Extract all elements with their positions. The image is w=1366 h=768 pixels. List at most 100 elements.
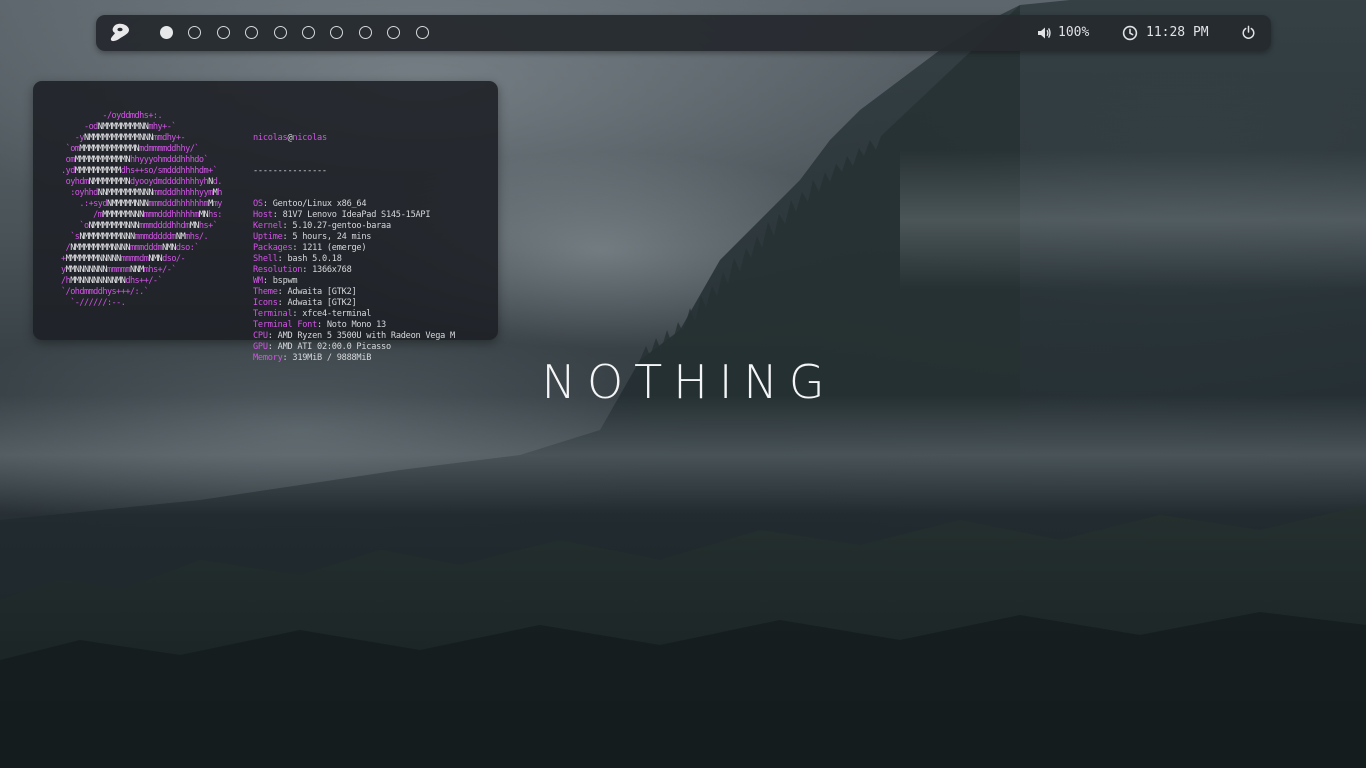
workspace-indicator[interactable] xyxy=(216,26,230,39)
ascii-line: omMMMMMMMMMMMNhhyyyohmdddhhhdo` xyxy=(61,155,209,165)
workspace-indicator[interactable] xyxy=(245,26,259,39)
info-key: Terminal xyxy=(253,309,293,319)
ascii-line: oyhdmNMMMMMMMNdyooydmddddhhhhyhNd. xyxy=(61,177,223,187)
info-colon: : xyxy=(277,287,288,297)
desktop-wallpaper: 100% 11:28 PM -/oyddmdhs+:. -odNMMMMMMMM… xyxy=(0,0,1366,768)
ascii-line: /NMMMMMMMMNNNNmmmdddmNMNdso:` xyxy=(61,243,200,253)
ascii-line: .:+sydNMMMMMNNNmmmdddhhhhhhmMmy xyxy=(61,199,222,209)
ascii-line: -/oyddmdhs+:. xyxy=(61,111,163,121)
workspace-indicator[interactable] xyxy=(273,26,287,39)
workspace-indicator[interactable] xyxy=(415,26,429,39)
info-key: Shell xyxy=(253,254,278,264)
workspace-indicator[interactable] xyxy=(160,26,173,39)
workspace-indicator[interactable] xyxy=(330,26,344,39)
ascii-line: yMMNNNNNNNmmmmmNNMmhs+/-` xyxy=(61,265,176,275)
ascii-line: :oyhhdNNMMMMMMMNNNmmdddhhhhhyymMh xyxy=(61,188,222,198)
info-value: 5 hours, 24 mins xyxy=(292,232,372,242)
top-bar: 100% 11:28 PM xyxy=(96,15,1271,51)
info-row: Theme: Adwaita [GTK2] xyxy=(253,287,455,298)
info-row: WM: bspwm xyxy=(253,276,455,287)
workspace-indicator[interactable] xyxy=(358,26,372,39)
ascii-line: `omMMMMMMMMMMMMNmdmmmmddhhy/` xyxy=(61,144,200,154)
info-key: WM xyxy=(253,276,263,286)
info-row: Icons: Adwaita [GTK2] xyxy=(253,298,455,309)
info-key: CPU xyxy=(253,331,268,341)
ascii-line: -odNMMMMMMMMNNmhy+-` xyxy=(61,122,176,132)
info-colon: : xyxy=(292,243,303,253)
info-row: Kernel: 5.10.27-gentoo-baraa xyxy=(253,221,455,232)
speaker-icon[interactable] xyxy=(1036,25,1052,41)
ascii-line: `-//////:--. xyxy=(61,298,126,308)
volume-level[interactable]: 100% xyxy=(1058,24,1089,42)
info-colon: : xyxy=(292,309,303,319)
info-row: GPU: AMD ATI 02:00.0 Picasso xyxy=(253,342,455,353)
ascii-line: +MMMMMMMNNNNNmmmmdmNMNdso/- xyxy=(61,254,186,264)
info-colon: : xyxy=(282,221,293,231)
info-colon: : xyxy=(282,232,293,242)
ascii-line: `oNMMMMMMMNNNmmmddddhhdmMNhs+` xyxy=(61,221,218,231)
info-colon: : xyxy=(317,320,327,330)
ascii-line: -yNMMMMMMMMMMMNNNmmdhy+- xyxy=(61,133,186,143)
info-row: Terminal Font: Noto Mono 13 xyxy=(253,320,455,331)
workspace-indicators xyxy=(160,25,444,41)
info-key: Uptime xyxy=(253,232,283,242)
info-row: Packages: 1211 (emerge) xyxy=(253,243,455,254)
info-colon: : xyxy=(267,331,278,341)
info-value: 1211 (emerge) xyxy=(302,243,367,253)
info-row: OS: Gentoo/Linux x86_64 xyxy=(253,199,455,210)
info-colon: : xyxy=(262,199,273,209)
user-name: nicolas xyxy=(253,133,288,143)
gentoo-ascii-logo: -/oyddmdhs+:. -odNMMMMMMMMNNmhy+-` -yNMM… xyxy=(61,111,222,309)
host-name: nicolas xyxy=(292,133,327,143)
workspace-indicator[interactable] xyxy=(188,26,202,39)
ascii-line: /hMMNNNNNNNNMNdhs++/-` xyxy=(61,276,163,286)
workspace-indicator[interactable] xyxy=(301,26,315,39)
info-value: 5.10.27-gentoo-baraa xyxy=(292,221,391,231)
info-row: Resolution: 1366x768 xyxy=(253,265,455,276)
info-colon: : xyxy=(277,298,288,308)
info-colon: : xyxy=(272,210,283,220)
info-key: Packages xyxy=(253,243,293,253)
info-key: Theme xyxy=(253,287,278,297)
info-colon: : xyxy=(277,254,288,264)
clock-icon xyxy=(1122,25,1138,41)
ascii-line: /mMMMMMMNNNmmmdddhhhhhmMNhs: xyxy=(61,210,222,220)
info-value: bash 5.0.18 xyxy=(287,254,342,264)
ascii-line: `/ohdmmddhys+++/:.` xyxy=(61,287,149,297)
info-value: AMD Ryzen 5 3500U with Radeon Vega M xyxy=(277,331,456,341)
info-key: Icons xyxy=(253,298,278,308)
ascii-line: .ydMMMMMMMMMMdhs++so/smdddhhhhdm+` xyxy=(61,166,218,176)
info-row: Terminal: xfce4-terminal xyxy=(253,309,455,320)
info-row: Uptime: 5 hours, 24 mins xyxy=(253,232,455,243)
ascii-line: `sNMMMMMMMMNNNmmmdddddmNMmhs/. xyxy=(61,232,209,242)
info-value: Noto Mono 13 xyxy=(326,320,386,330)
info-value: 1366x768 xyxy=(312,265,352,275)
info-key: Resolution xyxy=(253,265,303,275)
info-row: CPU: AMD Ryzen 5 3500U with Radeon Vega … xyxy=(253,331,455,342)
info-key: OS xyxy=(253,199,263,209)
terminal-window[interactable]: -/oyddmdhs+:. -odNMMMMMMMMNNmhy+-` -yNMM… xyxy=(33,81,498,363)
info-fields: OS: Gentoo/Linux x86_64 Host: 81V7 Lenovo… xyxy=(253,199,455,364)
power-icon[interactable] xyxy=(1241,25,1256,40)
info-value: Gentoo/Linux x86_64 xyxy=(272,199,367,209)
info-row: Shell: bash 5.0.18 xyxy=(253,254,455,265)
info-colon: : xyxy=(262,276,273,286)
info-value: AMD ATI 02:00.0 Picasso xyxy=(277,342,392,352)
info-value: Adwaita [GTK2] xyxy=(287,287,357,297)
info-key: Host xyxy=(253,210,273,220)
info-key: Kernel xyxy=(253,221,283,231)
info-value: bspwm xyxy=(272,276,298,286)
info-value: 81V7 Lenovo IdeaPad S145-15API xyxy=(282,210,431,220)
workspace-indicator[interactable] xyxy=(387,26,401,39)
info-colon: : xyxy=(267,342,278,352)
info-colon: : xyxy=(302,265,313,275)
separator-line: --------------- xyxy=(253,166,327,176)
info-row: Host: 81V7 Lenovo IdeaPad S145-15API xyxy=(253,210,455,221)
user-host-line: nicolas@nicolas xyxy=(253,133,327,143)
gentoo-logo-icon[interactable] xyxy=(109,23,131,43)
system-info: nicolas@nicolas --------------- OS: Gent… xyxy=(253,111,455,386)
clock-time[interactable]: 11:28 PM xyxy=(1146,24,1209,42)
info-key: GPU xyxy=(253,342,268,352)
wallpaper-title: NOTHING xyxy=(541,355,836,409)
info-value: xfce4-terminal xyxy=(302,309,372,319)
